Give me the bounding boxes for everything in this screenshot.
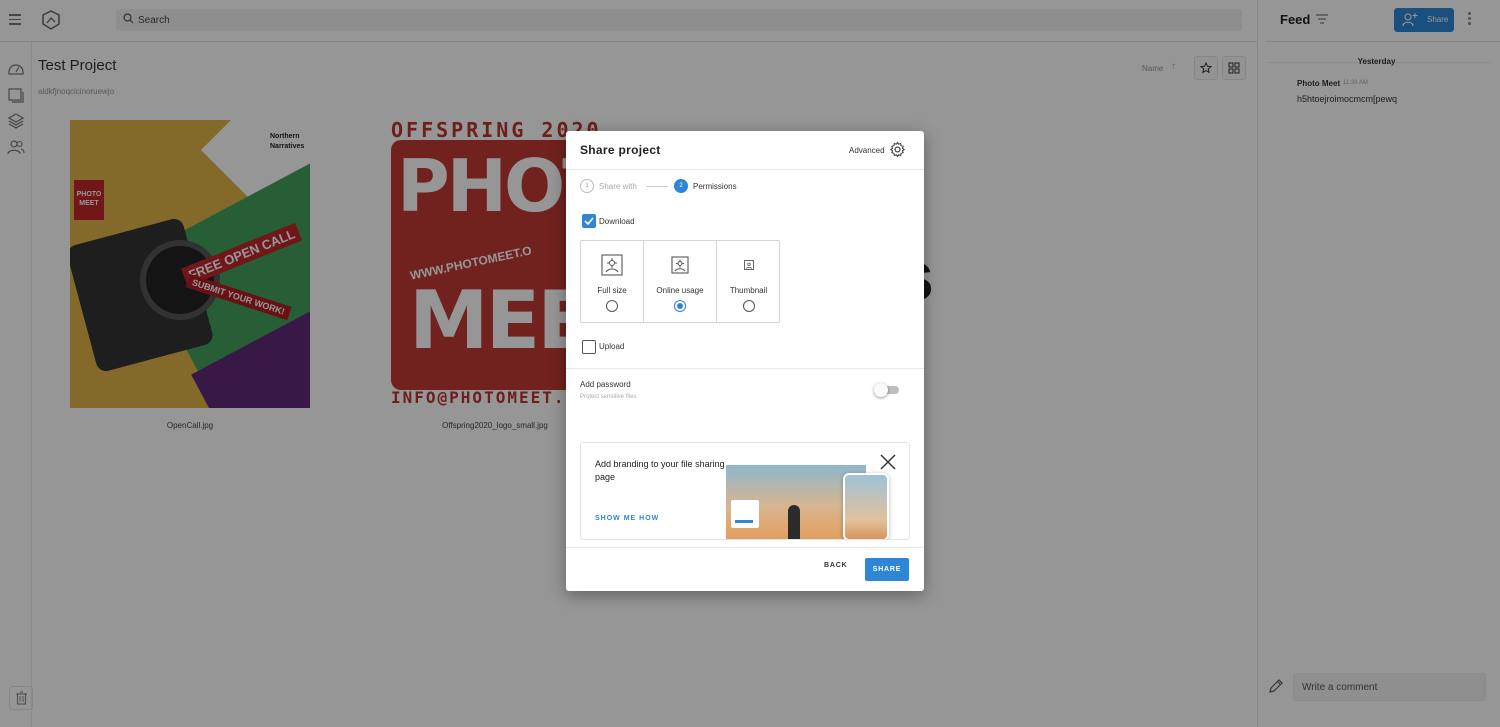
option-thumbnail[interactable]: Thumbnail: [717, 241, 780, 322]
download-label: Download: [599, 217, 635, 226]
dialog-title: Share project: [580, 143, 661, 157]
option-label: Online usage: [656, 286, 704, 295]
option-label: Full size: [597, 286, 627, 295]
step-label-permissions: Permissions: [693, 182, 737, 191]
password-toggle[interactable]: [874, 383, 899, 397]
share-submit-button[interactable]: SHARE: [865, 558, 909, 581]
thumbnail-image-icon: [743, 260, 754, 270]
step-label-share-with[interactable]: Share with: [599, 182, 637, 191]
step-indicator-2: 2: [674, 179, 688, 193]
gear-icon[interactable]: [889, 141, 906, 158]
back-button[interactable]: BACK: [824, 562, 847, 569]
password-subtitle: Protect sensitive files: [580, 394, 637, 400]
online-usage-radio[interactable]: [674, 300, 686, 312]
option-label: Thumbnail: [729, 286, 768, 295]
full-size-image-icon: [601, 254, 623, 276]
download-checkbox[interactable]: [582, 214, 596, 228]
branding-promo-card: Add branding to your file sharing page S…: [580, 442, 910, 540]
branding-text: Add branding to your file sharing page: [595, 459, 725, 482]
show-me-how-link[interactable]: SHOW ME HOW: [595, 515, 659, 522]
online-usage-image-icon: [671, 256, 689, 274]
upload-checkbox[interactable]: [582, 340, 596, 354]
advanced-label[interactable]: Advanced: [849, 146, 885, 155]
checkmark-icon: [584, 217, 594, 225]
full-size-radio[interactable]: [606, 300, 618, 312]
password-title: Add password: [580, 380, 631, 389]
close-icon[interactable]: [880, 454, 896, 470]
option-full-size[interactable]: Full size: [581, 241, 644, 322]
download-size-options: Full size Online usage Thumbnail: [580, 240, 780, 323]
upload-label: Upload: [599, 342, 625, 351]
thumbnail-radio[interactable]: [742, 300, 755, 312]
branding-phone-preview: [843, 473, 889, 539]
share-project-dialog: Share project Advanced 1 Share with 2 Pe…: [566, 131, 924, 591]
step-indicator-1[interactable]: 1: [580, 179, 594, 193]
option-online-usage[interactable]: Online usage: [644, 241, 717, 322]
